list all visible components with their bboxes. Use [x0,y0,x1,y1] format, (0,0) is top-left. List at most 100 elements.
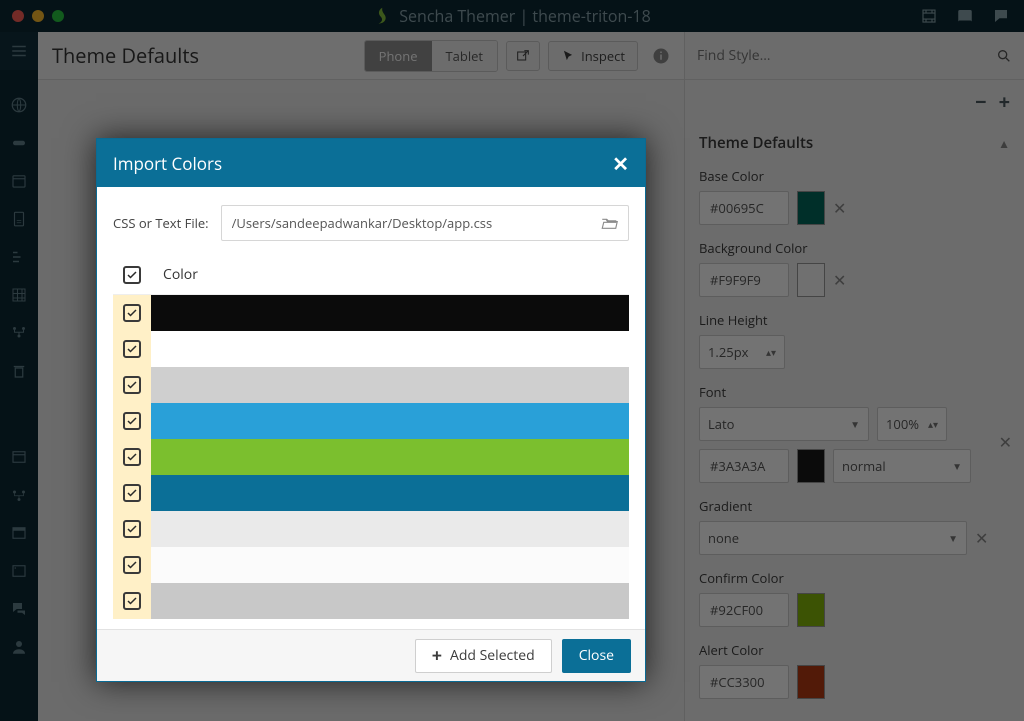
prop-line-height: Line Height 1.25px ▴▾ [699,311,1010,369]
row-checkbox[interactable] [123,520,141,538]
color-row[interactable] [113,511,629,547]
confirm-color-input[interactable] [699,593,789,627]
modal-close-button[interactable]: ✕ [612,150,629,177]
device-phone-button[interactable]: Phone [365,41,432,71]
collapse-all-button[interactable]: − [975,88,986,115]
row-checkbox-cell [113,511,151,547]
close-button[interactable]: Close [562,639,631,673]
panel-header[interactable]: Theme Defaults ▲ [685,123,1024,163]
chat-icon[interactable] [992,7,1010,25]
expand-all-button[interactable]: + [999,88,1010,115]
panel-header-title: Theme Defaults [699,133,813,153]
modal-footer: + Add Selected Close [97,629,645,681]
titlebar: Sencha Themer | theme-triton-18 [0,0,1024,32]
grid-icon[interactable] [10,286,28,304]
color-row[interactable] [113,475,629,511]
add-selected-button[interactable]: + Add Selected [415,639,552,673]
find-style-input[interactable] [697,46,996,65]
check-icon [126,269,138,281]
color-row[interactable] [113,403,629,439]
gradient-select[interactable]: none ▼ [699,521,967,555]
form-icon[interactable] [10,248,28,266]
alert-color-input[interactable] [699,665,789,699]
window-title: Sencha Themer | theme-triton-18 [373,5,650,27]
prop-confirm-color: Confirm Color [699,569,1010,627]
file-label: CSS or Text File: [113,214,209,232]
font-color-swatch[interactable] [797,449,825,483]
row-checkbox[interactable] [123,376,141,394]
font-reset[interactable]: ✕ [999,431,1012,453]
window-close-dot[interactable] [12,10,24,22]
globe-icon[interactable] [10,96,28,114]
font-color-input[interactable] [699,449,789,483]
row-checkbox[interactable] [123,340,141,358]
color-grid [113,294,629,619]
inspect-button[interactable]: Inspect [548,41,638,71]
window-zoom-dot[interactable] [52,10,64,22]
base-color-reset[interactable]: ✕ [833,197,846,219]
color-row[interactable] [113,367,629,403]
spinner-icon: ▴▾ [766,345,776,359]
nodes-icon[interactable] [10,324,28,342]
info-icon[interactable] [652,47,670,65]
movie-icon[interactable] [920,7,938,25]
check-icon [126,523,138,535]
base-color-swatch[interactable] [797,191,825,225]
select-all-checkbox[interactable] [123,266,141,284]
add-selected-label: Add Selected [450,646,535,665]
comments-icon[interactable] [10,600,28,618]
nodes2-icon[interactable] [10,486,28,504]
window-icon[interactable] [10,448,28,466]
background-color-swatch[interactable] [797,263,825,297]
file-row: CSS or Text File: /Users/sandeepadwankar… [113,205,629,241]
row-checkbox[interactable] [123,592,141,610]
pill-icon[interactable] [10,134,28,152]
background-color-label: Background Color [699,239,1010,257]
folder-open-icon[interactable] [600,214,618,232]
color-row[interactable] [113,547,629,583]
font-style-select[interactable]: normal ▼ [833,449,971,483]
book-icon[interactable] [956,7,974,25]
grid-header: Color [113,259,629,294]
color-swatch-bar [151,583,629,619]
device-segmented: Phone Tablet [364,40,498,72]
page-title: Theme Defaults [52,42,356,69]
browser-icon[interactable] [10,562,28,580]
color-row[interactable] [113,295,629,331]
row-checkbox[interactable] [123,556,141,574]
search-icon[interactable] [996,48,1012,64]
calendar-icon[interactable] [10,172,28,190]
line-height-spinner[interactable]: 1.25px ▴▾ [699,335,785,369]
row-checkbox[interactable] [123,448,141,466]
row-checkbox[interactable] [123,412,141,430]
row-checkbox-cell [113,331,151,367]
menu-toggle[interactable] [0,32,38,70]
close-label: Close [579,646,614,665]
chevron-down-icon: ▼ [948,531,958,545]
window-minimize-dot[interactable] [32,10,44,22]
base-color-input[interactable] [699,191,789,225]
font-size-value: 100% [886,415,919,433]
color-row[interactable] [113,439,629,475]
check-icon [126,595,138,607]
font-family-select[interactable]: Lato ▼ [699,407,869,441]
background-color-input[interactable] [699,263,789,297]
external-window-button[interactable] [506,41,540,71]
page-icon[interactable] [10,210,28,228]
file-path-input[interactable]: /Users/sandeepadwankar/Desktop/app.css [232,214,600,232]
color-row[interactable] [113,583,629,619]
user-icon[interactable] [10,638,28,656]
gradient-reset[interactable]: ✕ [975,527,988,549]
alert-color-swatch[interactable] [797,665,825,699]
confirm-color-swatch[interactable] [797,593,825,627]
row-checkbox[interactable] [123,484,141,502]
font-size-spinner[interactable]: 100% ▴▾ [877,407,947,441]
row-checkbox[interactable] [123,304,141,322]
line-height-label: Line Height [699,311,1010,329]
device-tablet-button[interactable]: Tablet [432,41,498,71]
trash-icon[interactable] [10,362,28,380]
background-color-reset[interactable]: ✕ [833,269,846,291]
panel-icon[interactable] [10,524,28,542]
prop-alert-color: Alert Color [699,641,1010,699]
color-row[interactable] [113,331,629,367]
